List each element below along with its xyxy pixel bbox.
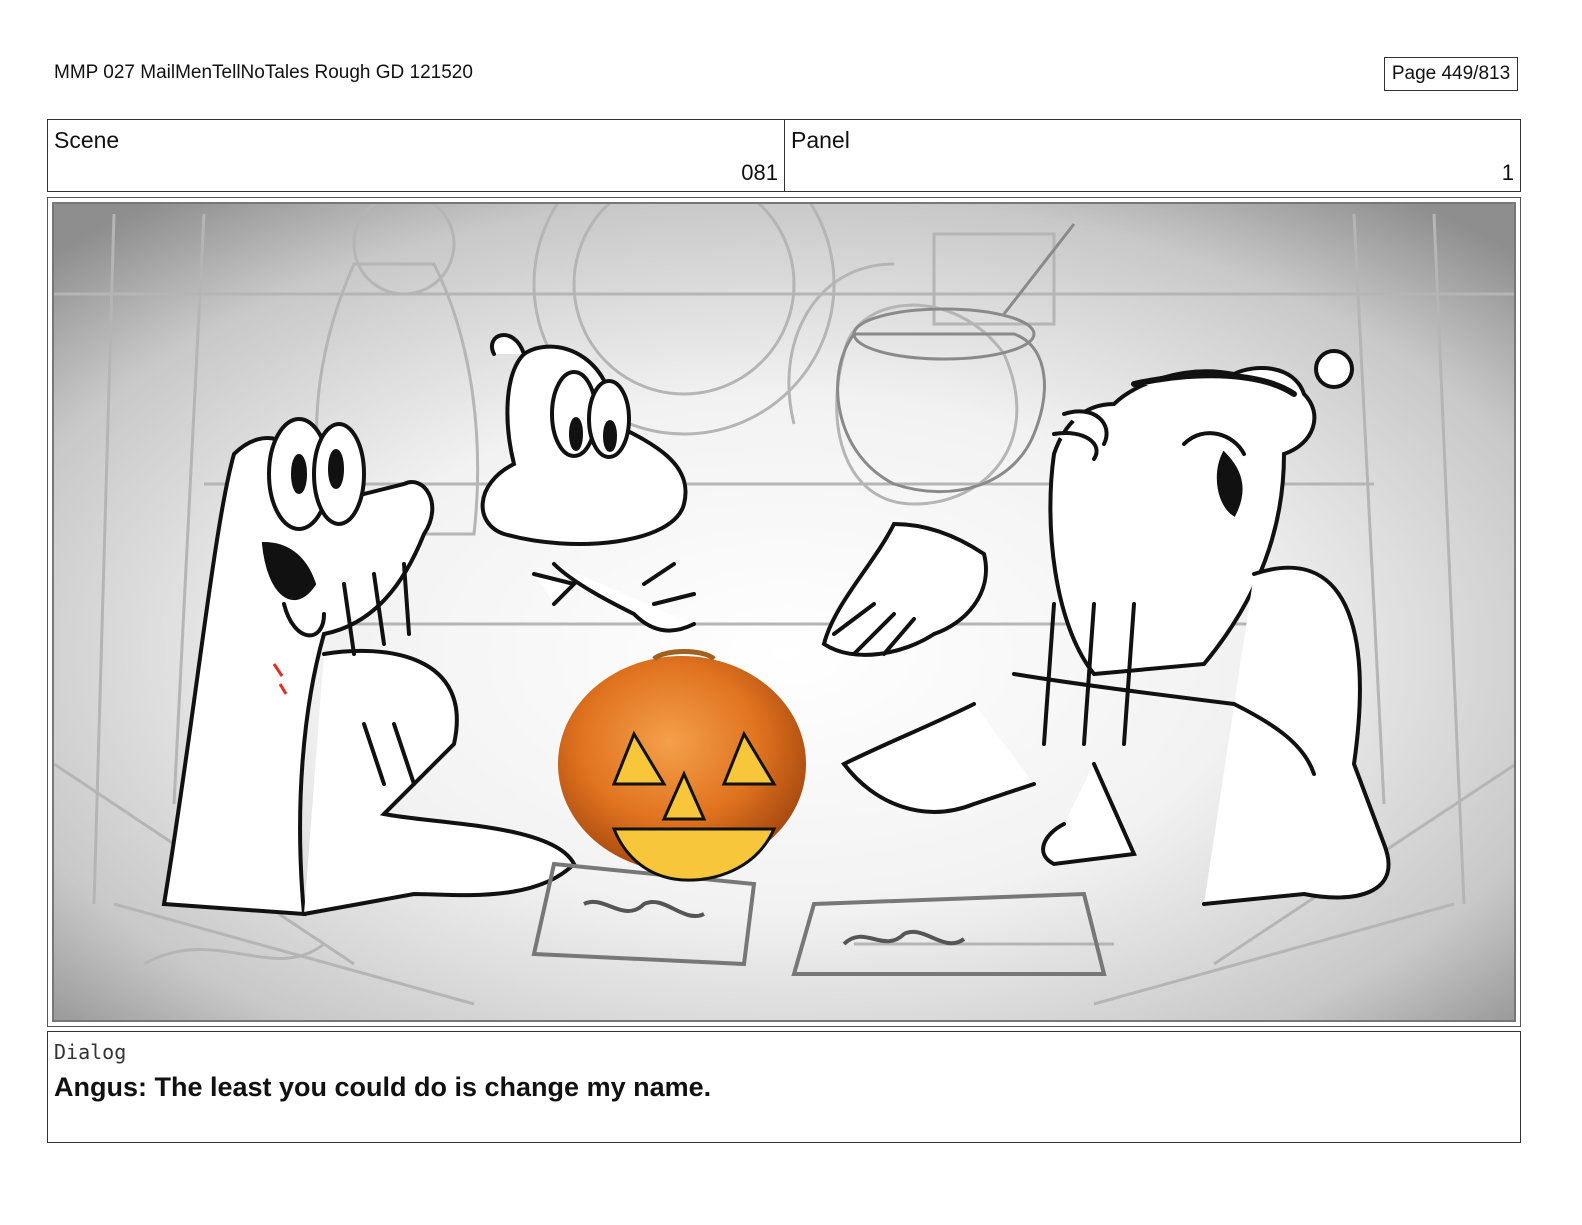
scene-panel-header: Scene 081 Panel 1: [47, 119, 1521, 192]
document-title: MMP 027 MailMenTellNoTales Rough GD 1215…: [54, 62, 473, 83]
storyboard-image: [52, 202, 1516, 1022]
dialog-text: Angus: The least you could do is change …: [54, 1072, 712, 1102]
dialog-box: Dialog Angus: The least you could do is …: [47, 1031, 1521, 1143]
panel-label: Panel: [791, 127, 850, 153]
panel-cell: Panel 1: [785, 120, 1520, 191]
scene-cell: Scene 081: [48, 120, 785, 191]
dialog-label: Dialog: [54, 1040, 127, 1064]
page-number-box: Page 449/813: [1384, 57, 1518, 91]
panel-number: 1: [1501, 160, 1514, 185]
storyboard-frame: [47, 197, 1521, 1027]
scene-label: Scene: [54, 127, 120, 153]
scene-number: 081: [741, 160, 778, 185]
